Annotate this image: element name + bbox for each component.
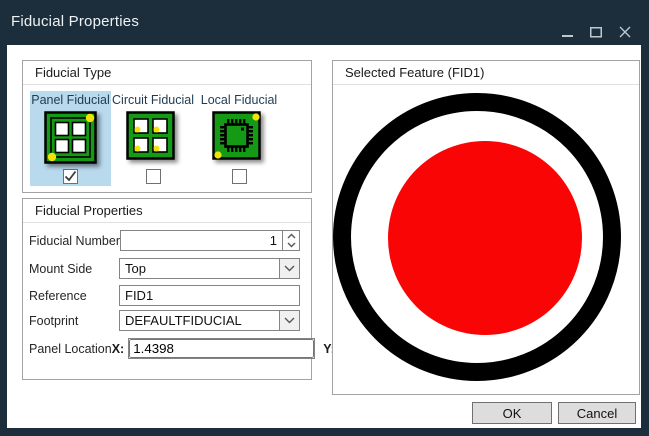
selected-feature-group: Selected Feature (FID1) [332,60,640,395]
option-label: Circuit Fiducial [112,93,194,109]
reference-row: Reference [29,285,300,306]
window-title: Fiducial Properties [11,13,139,30]
panel-fiducial-checkbox[interactable] [63,169,78,184]
cancel-button[interactable]: Cancel [558,402,636,424]
close-icon[interactable] [619,26,631,38]
panel-fiducial-icon [44,111,98,165]
fiducial-type-group: Fiducial Type Panel Fiducial [22,60,312,193]
panel-location-label: Panel Location [29,342,112,356]
footprint-dropdown-button[interactable] [279,311,299,330]
mount-side-row: Mount Side Top [29,258,300,279]
fiducial-properties-group: Fiducial Properties Fiducial Number Moun… [22,198,312,380]
chevron-down-icon [284,317,295,324]
fiducial-number-field [120,230,300,251]
mount-side-dropdown-button[interactable] [279,259,299,278]
window-controls [561,24,631,38]
mount-side-value: Top [120,261,279,276]
footprint-row: Footprint DEFAULTFIDUCIAL [29,310,300,331]
footprint-dropdown[interactable]: DEFAULTFIDUCIAL [119,310,300,331]
reference-field [119,285,300,306]
panel-location-x-field [128,338,315,359]
option-label: Panel Fiducial [31,93,110,109]
dialog-body: Fiducial Type Panel Fiducial [7,45,641,428]
checkmark-icon [64,170,77,183]
panel-location-x-input[interactable] [129,339,314,358]
circuit-fiducial-icon [126,111,180,165]
fiducial-number-label: Fiducial Number [29,234,120,248]
chevron-down-icon [284,265,295,272]
option-panel-fiducial[interactable]: Panel Fiducial [30,91,111,186]
selected-feature-group-title: Selected Feature (FID1) [333,61,639,85]
fiducial-target-graphic [333,85,639,395]
fiducial-properties-group-title: Fiducial Properties [23,199,311,223]
feature-preview [333,85,639,395]
reference-input[interactable] [120,286,299,305]
maximize-icon[interactable] [590,26,602,38]
panel-location-row: Panel Location X: Y: [29,338,300,359]
local-fiducial-checkbox[interactable] [232,169,247,184]
fiducial-number-spinner[interactable] [282,231,299,250]
titlebar: Fiducial Properties [0,0,649,45]
mount-side-dropdown[interactable]: Top [119,258,300,279]
ok-button[interactable]: OK [472,402,552,424]
footprint-value: DEFAULTFIDUCIAL [120,313,279,328]
minimize-icon[interactable] [561,26,573,38]
x-label: X: [112,342,125,356]
option-label: Local Fiducial [201,93,277,109]
option-local-fiducial[interactable]: Local Fiducial [197,91,281,186]
fiducial-number-row: Fiducial Number [29,230,300,251]
spinner-up-icon [287,233,296,239]
local-fiducial-icon [212,111,266,165]
spinner-down-icon [287,242,296,248]
fiducial-type-options: Panel Fiducial [23,85,311,186]
fiducial-type-group-title: Fiducial Type [23,61,311,85]
circuit-fiducial-checkbox[interactable] [146,169,161,184]
reference-label: Reference [29,289,119,303]
mount-side-label: Mount Side [29,262,119,276]
fiducial-number-input[interactable] [121,231,282,250]
footprint-label: Footprint [29,314,119,328]
option-circuit-fiducial[interactable]: Circuit Fiducial [111,91,195,186]
